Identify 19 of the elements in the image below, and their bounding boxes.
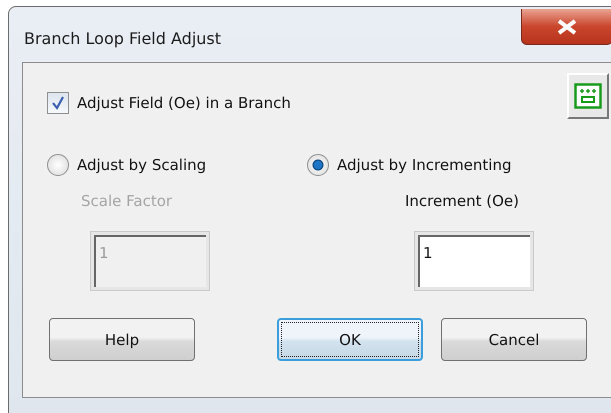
checkbox[interactable] — [47, 92, 69, 114]
check-icon — [51, 96, 65, 110]
dialog-button[interactable]: Help — [49, 318, 195, 361]
close-button[interactable] — [521, 9, 611, 45]
toolbar-button[interactable] — [567, 73, 609, 119]
radio-button[interactable] — [47, 154, 69, 176]
panel-icon — [574, 83, 602, 109]
dialog-button[interactable]: Cancel — [441, 318, 587, 361]
dialog-button[interactable]: OK — [277, 318, 423, 361]
radio-label: Adjust by Scaling — [77, 156, 206, 174]
radio-dot-icon — [312, 159, 324, 171]
close-icon — [556, 18, 578, 34]
radio-button[interactable] — [307, 154, 329, 176]
checkbox-label: Adjust Field (Oe) in a Branch — [77, 94, 291, 112]
radio-label: Adjust by Incrementing — [337, 156, 512, 174]
input-field[interactable]: 1 — [415, 232, 533, 290]
field-label: Increment (Oe) — [405, 192, 520, 212]
field-label: Scale Factor — [81, 192, 174, 212]
window-title: Branch Loop Field Adjust — [24, 29, 222, 48]
